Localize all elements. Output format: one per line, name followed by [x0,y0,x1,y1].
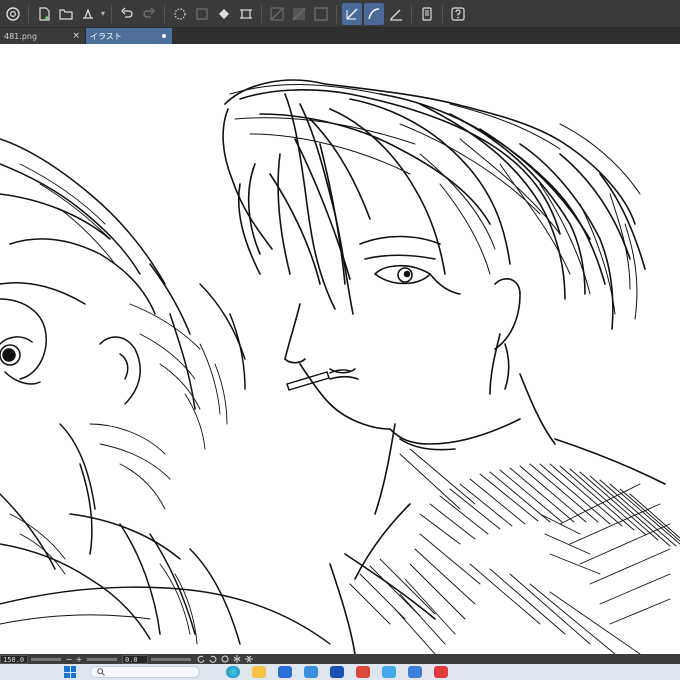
ruler-pen-icon[interactable] [386,3,406,25]
toolbar-divider [442,4,443,23]
canvas-status-bar: 150.0 − + 0.0 [0,654,680,664]
chevron-down-icon[interactable]: ▾ [99,3,107,25]
open-folder-icon[interactable] [56,3,76,25]
file-explorer-icon[interactable] [252,666,266,678]
rotate-track[interactable] [151,657,191,661]
clip-studio-app-icon[interactable] [330,666,344,678]
store-app-icon[interactable] [304,666,318,678]
search-icon [97,668,105,676]
tab-label: 481.png [4,31,38,41]
snap-grid-icon[interactable] [289,3,309,25]
document-tabs: 481.png × イラスト [0,28,680,44]
clip-studio-logo-icon[interactable] [3,3,23,25]
zoom-level-field[interactable]: 150.0 [0,654,28,664]
toolbar-divider [411,4,412,23]
flip-horizontal-icon[interactable] [232,655,242,664]
toolbar-divider [164,4,165,23]
zoom-in-button[interactable]: + [74,655,84,664]
zoom-out-button[interactable]: − [64,655,74,664]
transform-icon[interactable] [170,3,190,25]
command-bar: ▾ [0,0,680,28]
sketch-artwork [0,79,680,654]
toolbar-divider [336,4,337,23]
rotate-slider[interactable] [87,657,117,661]
vector-curve-icon[interactable] [364,2,384,25]
unsaved-dot-icon [162,34,166,38]
save-icon[interactable] [78,3,98,25]
fill-icon[interactable] [214,3,234,25]
snap-perspective-icon[interactable] [311,3,331,25]
mail-app-icon[interactable] [356,666,370,678]
reset-rotation-icon[interactable] [220,655,230,664]
tab-label: イラスト [90,31,122,41]
zoom-slider[interactable] [31,657,61,661]
toolbar-divider [111,4,112,23]
redo-icon[interactable] [139,3,159,25]
undo-icon[interactable] [117,3,137,25]
tab-illustration[interactable]: イラスト [86,28,172,44]
photos-app-icon[interactable] [382,666,396,678]
clear-icon[interactable] [192,3,212,25]
rotate-angle-field[interactable]: 0.0 [122,654,148,664]
clip-studio-window: ▾ 481.png × イラスト 150.0 − + 0.0 [0,0,680,680]
drawing-canvas[interactable] [0,44,680,654]
tablet-icon[interactable] [417,3,437,25]
taskbar-search-input[interactable] [90,666,200,678]
rotate-left-icon[interactable] [196,655,206,664]
rotate-right-icon[interactable] [208,655,218,664]
tab-481-png[interactable]: 481.png × [0,28,86,44]
red-app-icon[interactable] [434,666,448,678]
help-icon[interactable] [448,3,468,25]
close-icon[interactable]: × [72,31,80,41]
select-icon[interactable] [236,3,256,25]
toolbar-divider [28,4,29,23]
snap-ruler-icon[interactable] [267,3,287,25]
copilot-app-icon[interactable] [226,666,240,678]
media-app-icon[interactable] [408,666,422,678]
windows-start-icon[interactable] [64,666,76,678]
browser-app-icon[interactable] [278,666,292,678]
toolbar-divider [261,4,262,23]
windows-taskbar [0,664,680,680]
vector-line-icon[interactable] [342,2,362,25]
new-file-icon[interactable] [34,3,54,25]
flip-vertical-icon[interactable] [244,655,254,664]
